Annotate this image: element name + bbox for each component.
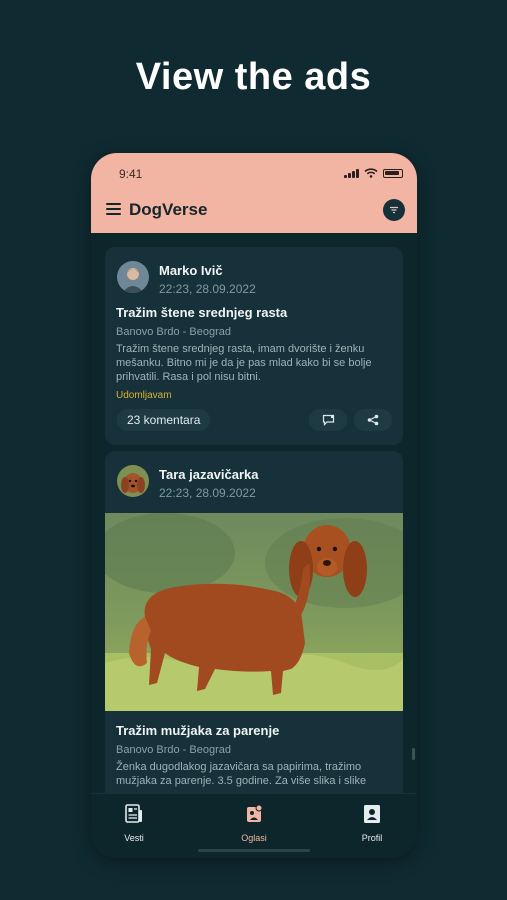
avatar[interactable]: [117, 465, 149, 497]
dog-photo[interactable]: [105, 513, 403, 711]
avatar[interactable]: [117, 261, 149, 293]
share-icon: [367, 414, 379, 426]
nav-label-profil: Profil: [361, 833, 383, 843]
share-button[interactable]: [354, 409, 392, 431]
wifi-icon: [364, 168, 378, 178]
post-body: Ženka dugodlakog jazavičara sa papirima,…: [116, 761, 367, 787]
post-author[interactable]: Marko Ivič: [159, 263, 223, 278]
post-location: Banovo Brdo - Beograd: [116, 326, 231, 338]
status-time: 9:41: [119, 167, 143, 181]
flag-chat-icon: [322, 414, 334, 426]
nav-label-vesti: Vesti: [124, 833, 144, 843]
nav-item-vesti[interactable]: Vesti: [99, 804, 169, 843]
scrollbar[interactable]: [412, 748, 415, 760]
bottom-navigation: Vesti Oglasi Profil: [91, 793, 417, 858]
signal-icon: [344, 168, 359, 178]
battery-icon: [383, 168, 403, 178]
news-icon: [125, 804, 142, 823]
app-header: 9:41 DogVerse: [91, 153, 417, 233]
post-title[interactable]: Tražim štene srednjeg rasta: [116, 305, 287, 320]
filter-button[interactable]: [383, 199, 405, 221]
comments-button[interactable]: 23 komentara: [117, 409, 211, 431]
nav-item-profil[interactable]: Profil: [337, 804, 407, 843]
nav-item-oglasi[interactable]: Oglasi: [219, 804, 289, 843]
home-indicator: [198, 849, 310, 852]
report-button[interactable]: [309, 409, 347, 431]
menu-icon[interactable]: [106, 203, 121, 215]
ad-card[interactable]: Marko Ivič 22:23, 28.09.2022 Tražim šten…: [105, 247, 403, 445]
ads-icon: [247, 804, 263, 822]
phone-frame: 9:41 DogVerse Marko Ivič 22:23, 28.09.20…: [91, 153, 417, 858]
ad-card[interactable]: Tara jazavičarka 22:23, 28.09.2022 Traži…: [105, 451, 403, 793]
post-title[interactable]: Tražim mužjaka za parenje: [116, 723, 279, 738]
post-location: Banovo Brdo - Beograd: [116, 744, 231, 756]
nav-label-oglasi: Oglasi: [241, 833, 267, 843]
post-tag: Udomljavam: [116, 390, 172, 401]
promo-headline: View the ads: [135, 56, 372, 98]
post-author[interactable]: Tara jazavičarka: [159, 467, 259, 482]
post-body: Tražim štene srednjeg rasta, imam dvoriš…: [116, 343, 372, 383]
filter-icon: [390, 206, 398, 214]
ads-feed[interactable]: Marko Ivič 22:23, 28.09.2022 Tražim šten…: [91, 233, 417, 793]
profile-icon: [364, 805, 380, 823]
app-title: DogVerse: [129, 200, 208, 219]
status-icons: [344, 168, 403, 178]
post-time: 22:23, 28.09.2022: [159, 282, 256, 296]
post-time: 22:23, 28.09.2022: [159, 486, 256, 500]
